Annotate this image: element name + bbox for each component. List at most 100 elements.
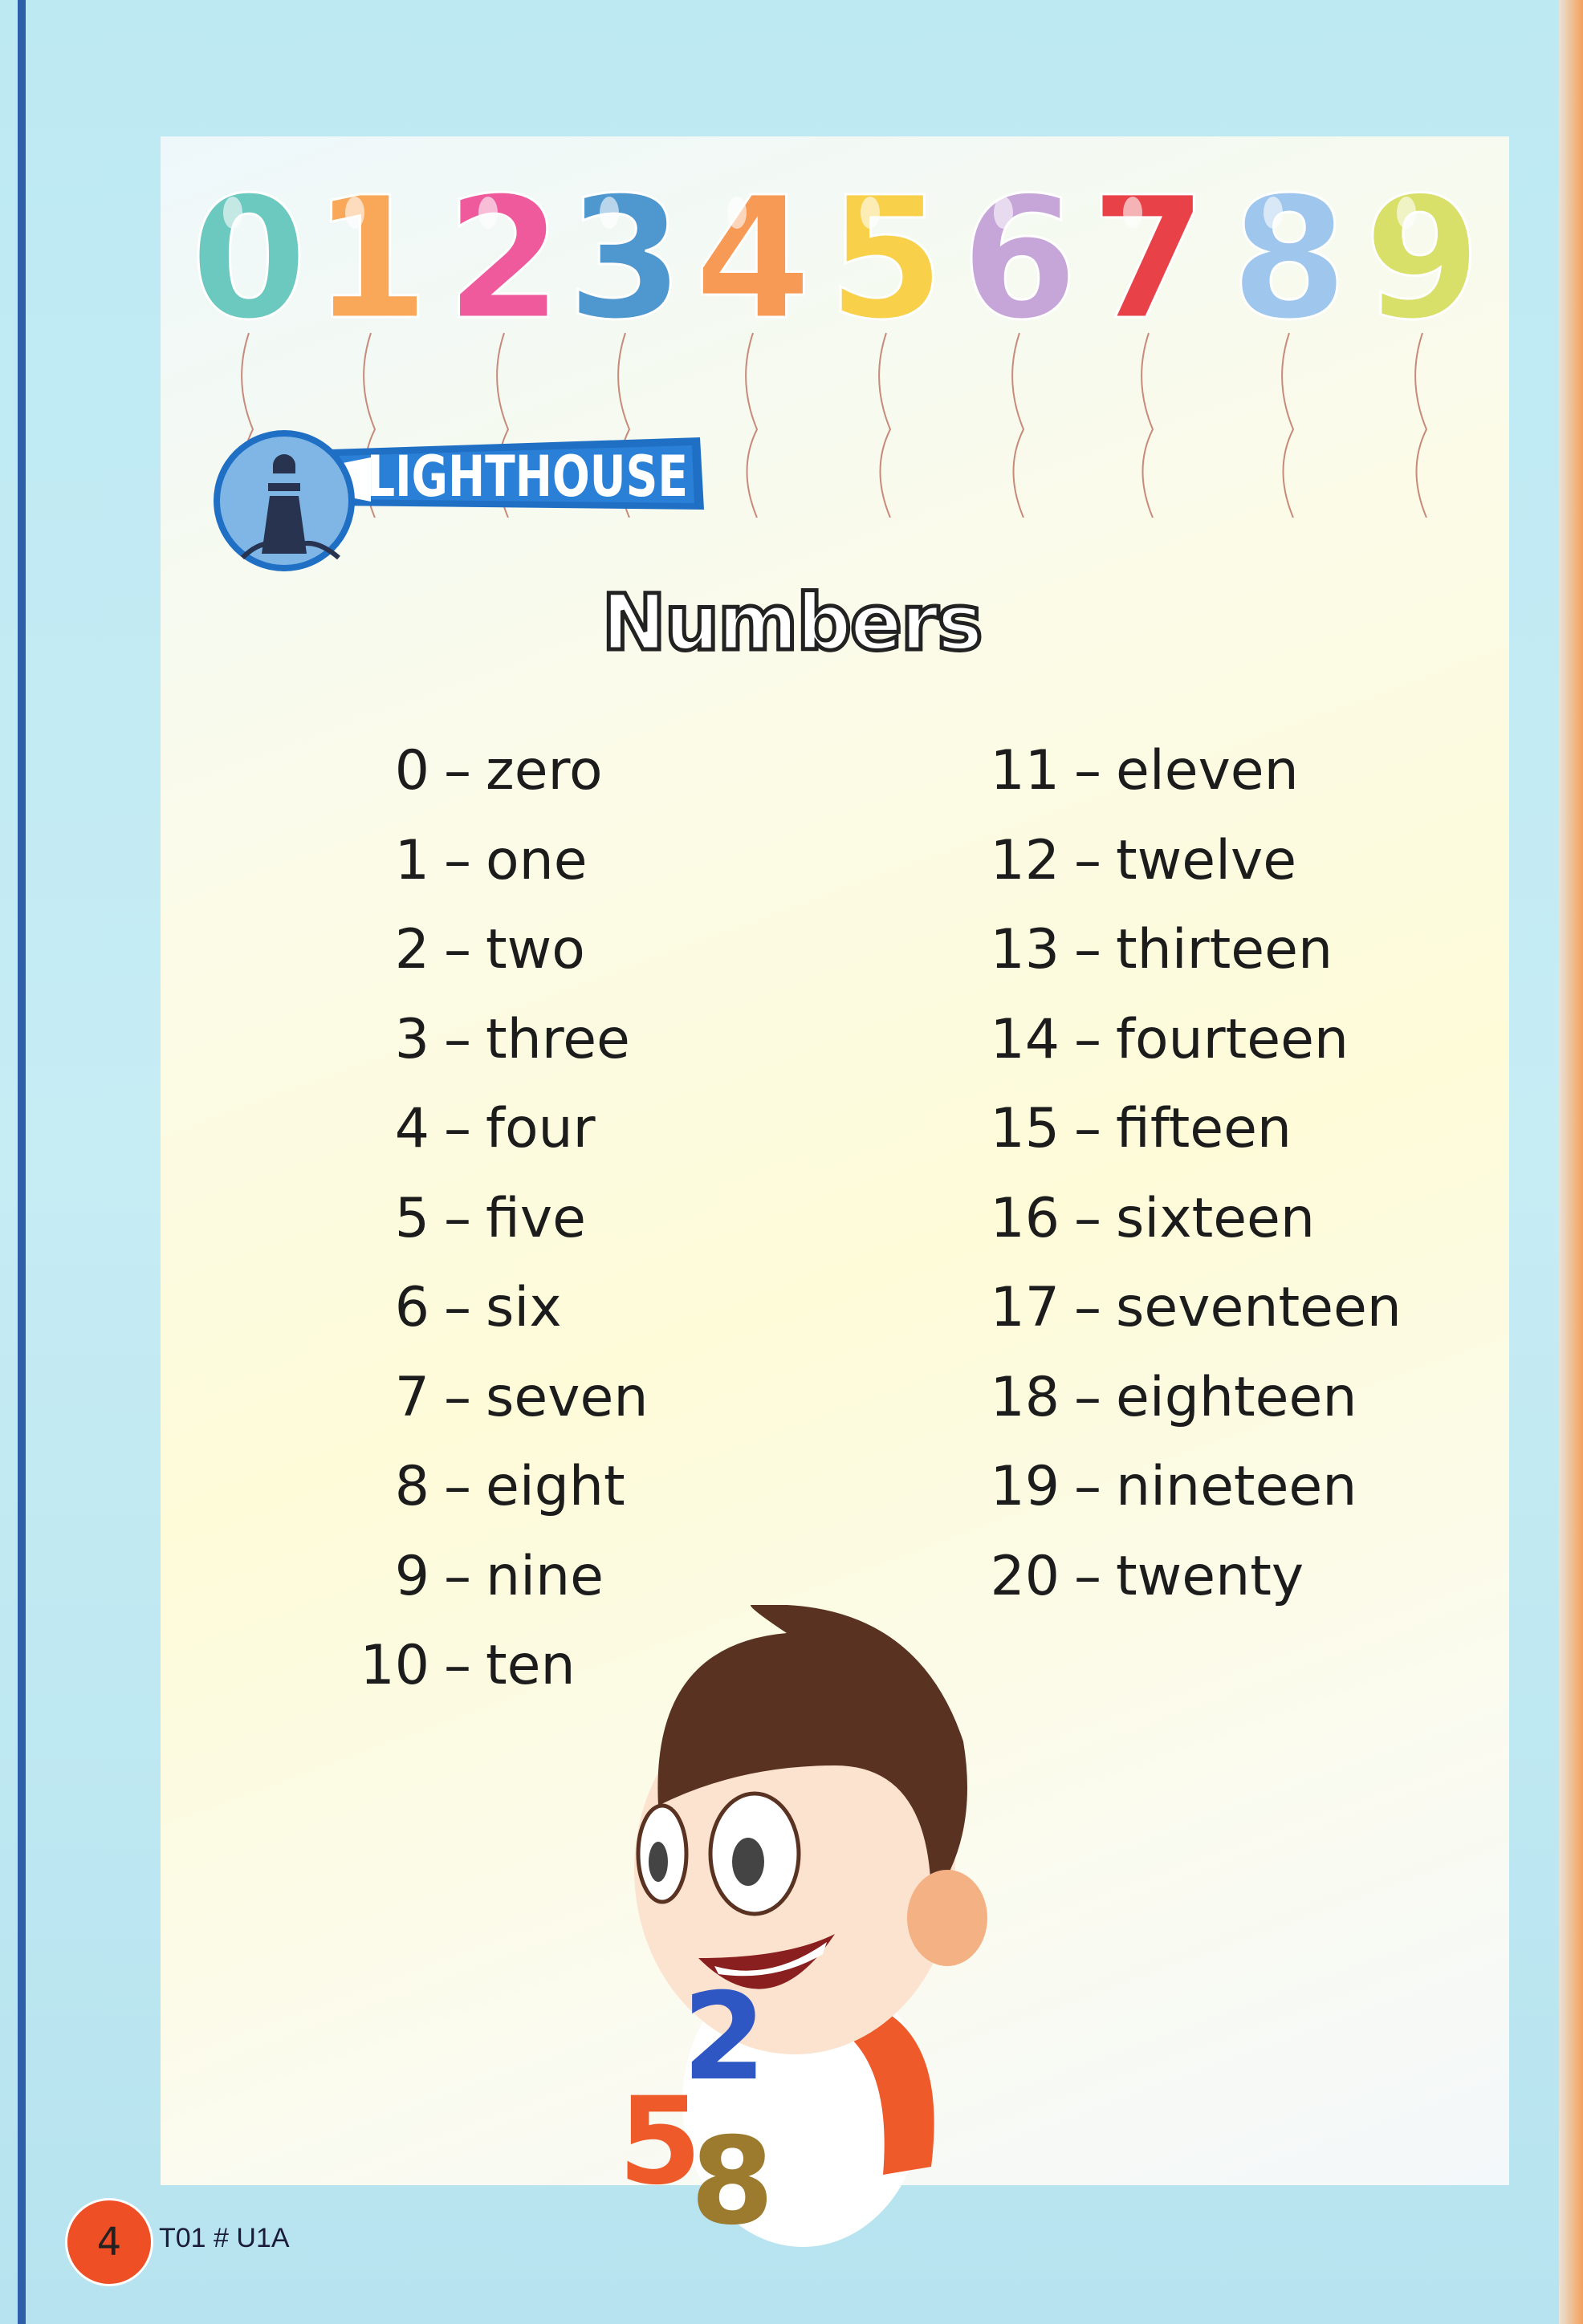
number-item: 14– fourteen [955, 995, 1402, 1085]
dash: – [1074, 1544, 1101, 1608]
number-digits: 4 [394, 1097, 429, 1161]
balloon-9: 9 [1362, 181, 1483, 518]
lighthouse-logo: LIGHTHOUSE [214, 430, 704, 571]
number-word: one [486, 828, 588, 892]
number-digits: 7 [394, 1365, 429, 1429]
dash: – [444, 1276, 471, 1340]
dash: – [1074, 828, 1101, 892]
balloon-8: 8 [1229, 181, 1349, 518]
balloon-digit: 1 [312, 181, 429, 357]
dash: – [1074, 1186, 1101, 1250]
number-digits: 9 [394, 1544, 429, 1608]
dash: – [444, 1007, 471, 1071]
number-word: eighteen [1116, 1365, 1357, 1429]
digit-block: 8 [690, 2112, 774, 2252]
number-digits: 0 [394, 739, 429, 803]
page-number: 4 [65, 2198, 153, 2286]
dash: – [1074, 1097, 1101, 1161]
number-item: 7– seven [157, 1353, 649, 1443]
dash: – [444, 828, 471, 892]
dash: – [1074, 1007, 1101, 1071]
balloon-4: 4 [693, 181, 813, 518]
balloon-digit: 3 [567, 181, 684, 357]
number-item: 17– seventeen [955, 1263, 1402, 1353]
number-word: twenty [1116, 1544, 1304, 1608]
number-item: 4– four [157, 1084, 648, 1174]
number-digits: 3 [394, 1007, 429, 1071]
number-item: 11– eleven [955, 726, 1402, 816]
number-word: sixteen [1116, 1186, 1315, 1250]
balloon-7: 7 [1089, 181, 1209, 518]
balloon-digit: 5 [828, 181, 945, 357]
number-word: nineteen [1116, 1455, 1357, 1519]
number-item: 13– thirteen [955, 905, 1402, 995]
number-digits: 18 [990, 1365, 1060, 1429]
dash: – [444, 1455, 471, 1519]
svg-text:LIGHTHOUSE: LIGHTHOUSE [367, 444, 688, 510]
balloon-digit: 9 [1364, 181, 1481, 357]
number-digits: 1 [394, 828, 429, 892]
number-digits: 20 [990, 1544, 1060, 1608]
number-item: 2– two [157, 905, 648, 995]
number-item: 9– nine [157, 1532, 648, 1622]
number-item: 16– sixteen [955, 1174, 1402, 1264]
number-item: 8– eight [157, 1442, 648, 1532]
dash: – [444, 918, 471, 982]
dash: – [444, 739, 471, 803]
number-digits: 2 [394, 918, 429, 982]
balloon-6: 6 [959, 181, 1080, 518]
number-digits: 17 [990, 1276, 1060, 1340]
number-word: three [486, 1007, 630, 1071]
dash: – [1074, 918, 1101, 982]
number-word: fourteen [1116, 1007, 1349, 1071]
dash: – [1074, 739, 1101, 803]
number-word: eight [486, 1455, 625, 1519]
dash: – [444, 1186, 471, 1250]
number-word: five [486, 1186, 586, 1250]
dash: – [1074, 1365, 1101, 1429]
numbers-list-left: 0– zero 1– one 2– two 3– three 4– four 5– five 6– six… [157, 726, 648, 1711]
number-digits: 15 [990, 1097, 1060, 1161]
balloon-digit: 4 [694, 181, 812, 357]
number-digits: 6 [394, 1276, 429, 1340]
number-item: 5– five [157, 1174, 648, 1264]
balloon-digit: 8 [1231, 181, 1348, 357]
number-item: 3– three [157, 995, 648, 1085]
number-digits: 11 [990, 739, 1060, 803]
number-item: 18– eighteen [955, 1353, 1402, 1443]
balloon-digit: 2 [446, 181, 563, 357]
number-word: four [486, 1097, 596, 1161]
dash: – [1074, 1276, 1101, 1340]
balloon-5: 5 [826, 181, 946, 518]
dash: – [1074, 1455, 1101, 1519]
number-item: 19– nineteen [955, 1442, 1402, 1532]
number-digits: 16 [990, 1186, 1060, 1250]
balloon-digit: 6 [961, 181, 1078, 357]
balloon-digit: 0 [190, 181, 307, 357]
number-word: nine [486, 1544, 604, 1608]
number-word: seven [486, 1365, 649, 1429]
number-word: two [486, 918, 585, 982]
dash: – [444, 1365, 471, 1429]
number-digits: 12 [990, 828, 1060, 892]
balloon-digit: 7 [1090, 181, 1207, 357]
number-word: six [486, 1276, 562, 1340]
page-title: Numbers [600, 576, 985, 670]
number-word: thirteen [1116, 918, 1333, 982]
number-item: 10– ten [157, 1621, 648, 1711]
number-digits: 13 [990, 918, 1060, 982]
number-digits: 8 [394, 1455, 429, 1519]
number-word: eleven [1116, 739, 1299, 803]
number-digits: 10 [360, 1634, 429, 1698]
dash: – [444, 1544, 471, 1608]
dash: – [444, 1634, 471, 1698]
page-edge [1559, 0, 1583, 2324]
number-item: 1– one [157, 816, 648, 906]
number-word: ten [486, 1634, 576, 1698]
number-word: fifteen [1116, 1097, 1292, 1161]
number-item: 12– twelve [955, 816, 1402, 906]
number-digits: 14 [990, 1007, 1060, 1071]
number-word: seventeen [1116, 1276, 1402, 1340]
number-word: twelve [1116, 828, 1297, 892]
digit-block: 2 [682, 1968, 766, 2107]
